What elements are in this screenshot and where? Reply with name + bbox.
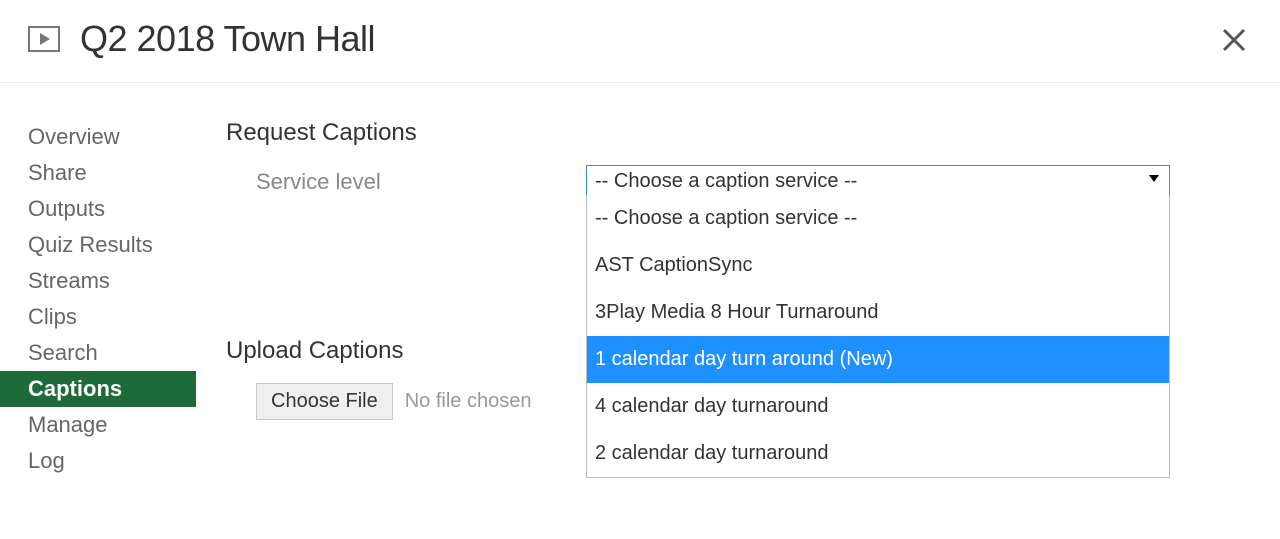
sidebar-item-search[interactable]: Search bbox=[0, 335, 196, 371]
close-icon bbox=[1220, 26, 1248, 54]
main-panel: Request Captions Service level -- Choose… bbox=[196, 119, 1280, 479]
close-button[interactable] bbox=[1220, 26, 1248, 59]
chevron-down-icon bbox=[1149, 175, 1159, 182]
dropdown-option[interactable]: 3Play Media 8 Hour Turnaround bbox=[587, 289, 1169, 336]
service-level-selected-value: -- Choose a caption service -- bbox=[595, 170, 857, 193]
sidebar-item-streams[interactable]: Streams bbox=[0, 263, 196, 299]
sidebar-item-share[interactable]: Share bbox=[0, 155, 196, 191]
service-level-select-area: -- Choose a caption service -- -- Choose… bbox=[586, 165, 1170, 197]
dropdown-option[interactable]: 1 calendar day turn around (New) bbox=[587, 336, 1169, 383]
service-level-row: Service level -- Choose a caption servic… bbox=[226, 165, 1280, 197]
choose-file-button[interactable]: Choose File bbox=[256, 383, 393, 420]
service-level-label: Service level bbox=[226, 165, 586, 195]
no-file-chosen-text: No file chosen bbox=[405, 390, 532, 413]
video-icon bbox=[28, 26, 62, 52]
service-level-dropdown: -- Choose a caption service --AST Captio… bbox=[586, 195, 1170, 478]
sidebar-item-overview[interactable]: Overview bbox=[0, 119, 196, 155]
sidebar: OverviewShareOutputsQuiz ResultsStreamsC… bbox=[0, 119, 196, 479]
sidebar-item-log[interactable]: Log bbox=[0, 443, 196, 479]
dropdown-option[interactable]: 4 calendar day turnaround bbox=[587, 383, 1169, 430]
header-bar: Q2 2018 Town Hall bbox=[0, 0, 1280, 83]
body: OverviewShareOutputsQuiz ResultsStreamsC… bbox=[0, 83, 1280, 479]
sidebar-item-outputs[interactable]: Outputs bbox=[0, 191, 196, 227]
sidebar-item-quiz-results[interactable]: Quiz Results bbox=[0, 227, 196, 263]
dropdown-option[interactable]: AST CaptionSync bbox=[587, 242, 1169, 289]
request-captions-title: Request Captions bbox=[226, 119, 1280, 147]
dropdown-option[interactable]: -- Choose a caption service -- bbox=[587, 195, 1169, 242]
sidebar-item-captions[interactable]: Captions bbox=[0, 371, 196, 407]
sidebar-item-clips[interactable]: Clips bbox=[0, 299, 196, 335]
service-level-select[interactable]: -- Choose a caption service -- bbox=[586, 165, 1170, 197]
dropdown-option[interactable]: 2 calendar day turnaround bbox=[587, 430, 1169, 477]
page-title: Q2 2018 Town Hall bbox=[80, 18, 375, 60]
sidebar-item-manage[interactable]: Manage bbox=[0, 407, 196, 443]
